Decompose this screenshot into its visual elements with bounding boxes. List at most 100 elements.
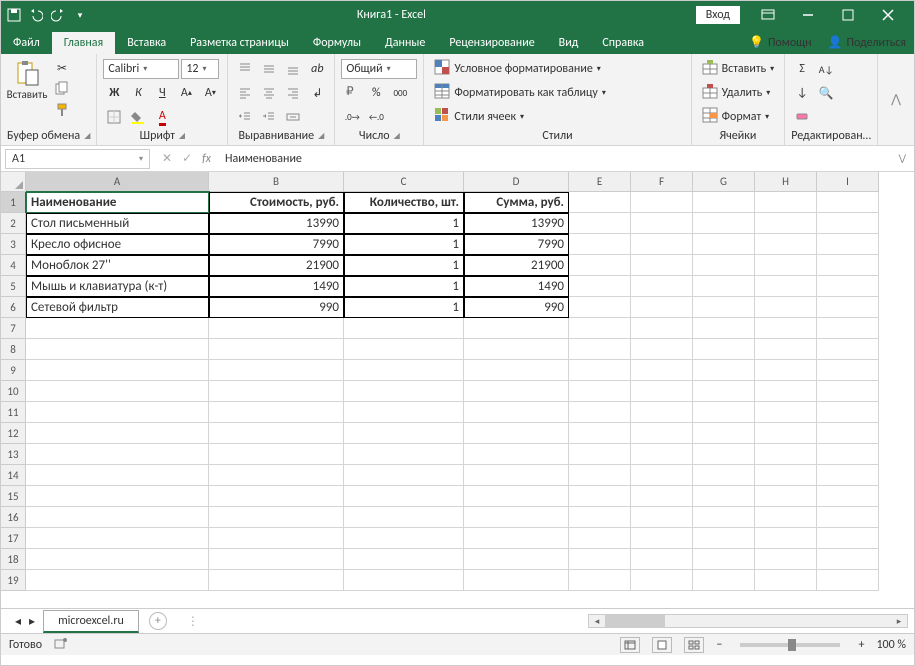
cell[interactable] [464,570,569,591]
cell[interactable] [569,423,631,444]
scroll-right-icon[interactable]: ▸ [891,615,907,627]
tab-insert[interactable]: Вставка [115,32,178,54]
underline-button[interactable]: Ч [151,83,173,103]
cell[interactable] [209,528,344,549]
cell[interactable] [26,486,209,507]
decrease-decimal-button[interactable]: ←.0 [365,107,387,127]
cell[interactable] [464,528,569,549]
column-header[interactable]: B [209,172,344,192]
row-header[interactable]: 14 [1,465,26,486]
cell[interactable]: Наименование [26,192,209,213]
enter-icon[interactable]: ✓ [182,151,192,166]
cell[interactable]: 1490 [209,276,344,297]
cell-styles-button[interactable]: Стили ячеек▾ [430,106,684,128]
cell[interactable] [693,234,755,255]
autosum-button[interactable]: Σ [791,59,813,79]
cell[interactable] [209,381,344,402]
row-header[interactable]: 6 [1,297,26,318]
cell[interactable] [209,486,344,507]
cell[interactable] [464,360,569,381]
cell[interactable] [209,360,344,381]
align-center-button[interactable] [258,83,280,103]
format-table-button[interactable]: Форматировать как таблицу▾ [430,82,684,104]
cell[interactable] [569,465,631,486]
cell[interactable]: 21900 [464,255,569,276]
cell[interactable] [755,486,817,507]
cell[interactable] [569,276,631,297]
cell[interactable] [569,255,631,276]
cell[interactable] [693,549,755,570]
page-layout-view-button[interactable] [652,637,672,653]
cell[interactable] [693,318,755,339]
cell[interactable] [817,213,879,234]
row-header[interactable]: 4 [1,255,26,276]
cell[interactable] [209,549,344,570]
font-size-combo[interactable]: 12▾ [181,59,219,79]
cell[interactable] [631,507,693,528]
cell[interactable] [569,402,631,423]
cell[interactable]: Мышь и клавиатура (к-т) [26,276,209,297]
cell[interactable]: Сумма, руб. [464,192,569,213]
sort-filter-button[interactable]: A↓ [815,59,837,79]
cell[interactable] [631,528,693,549]
fill-button[interactable]: ↓ [791,83,813,103]
close-icon[interactable] [868,1,908,29]
copy-button[interactable] [51,80,73,100]
cell[interactable] [569,486,631,507]
cell[interactable] [26,318,209,339]
comma-button[interactable]: 000 [389,83,411,103]
cell[interactable] [344,402,464,423]
row-header[interactable]: 18 [1,549,26,570]
cell[interactable] [209,444,344,465]
zoom-slider[interactable] [740,643,840,647]
cell[interactable] [569,381,631,402]
font-color-button[interactable]: А [151,107,173,127]
cell[interactable] [693,276,755,297]
align-top-button[interactable] [234,59,256,79]
cell[interactable] [755,381,817,402]
normal-view-button[interactable] [620,637,640,653]
cell[interactable] [755,360,817,381]
font-name-combo[interactable]: Calibri▾ [103,59,179,79]
decrease-font-button[interactable]: A▾ [199,83,221,103]
cell[interactable] [209,318,344,339]
zoom-thumb[interactable] [788,639,796,651]
cell[interactable] [817,528,879,549]
scroll-thumb[interactable] [605,615,665,627]
find-button[interactable]: 🔍 [815,83,837,103]
cell[interactable] [817,297,879,318]
cell[interactable] [755,549,817,570]
column-header[interactable]: I [817,172,879,192]
increase-indent-button[interactable] [258,107,280,127]
cell[interactable] [26,339,209,360]
cell[interactable] [693,570,755,591]
dialog-launcher-icon[interactable]: ◢ [84,131,90,141]
cell[interactable] [26,528,209,549]
sheet-splitter[interactable]: ⋮ [187,614,199,629]
column-header[interactable]: E [569,172,631,192]
cell[interactable] [569,549,631,570]
cell[interactable] [817,486,879,507]
number-format-combo[interactable]: Общий▾ [341,59,417,79]
row-header[interactable]: 19 [1,570,26,591]
cell[interactable]: Стол письменный [26,213,209,234]
cell[interactable] [755,234,817,255]
cell[interactable] [755,318,817,339]
cell[interactable] [817,339,879,360]
cell[interactable] [464,423,569,444]
share-button[interactable]: 👤Поделиться [820,31,914,54]
column-header[interactable]: G [693,172,755,192]
cell[interactable] [209,423,344,444]
cell[interactable] [631,318,693,339]
cell[interactable] [693,444,755,465]
cell[interactable]: 990 [464,297,569,318]
row-header[interactable]: 9 [1,360,26,381]
row-header[interactable]: 16 [1,507,26,528]
cell[interactable] [26,570,209,591]
row-header[interactable]: 17 [1,528,26,549]
column-header[interactable]: D [464,172,569,192]
cell[interactable] [464,402,569,423]
cell[interactable] [569,318,631,339]
cell[interactable] [631,549,693,570]
cell[interactable] [817,318,879,339]
